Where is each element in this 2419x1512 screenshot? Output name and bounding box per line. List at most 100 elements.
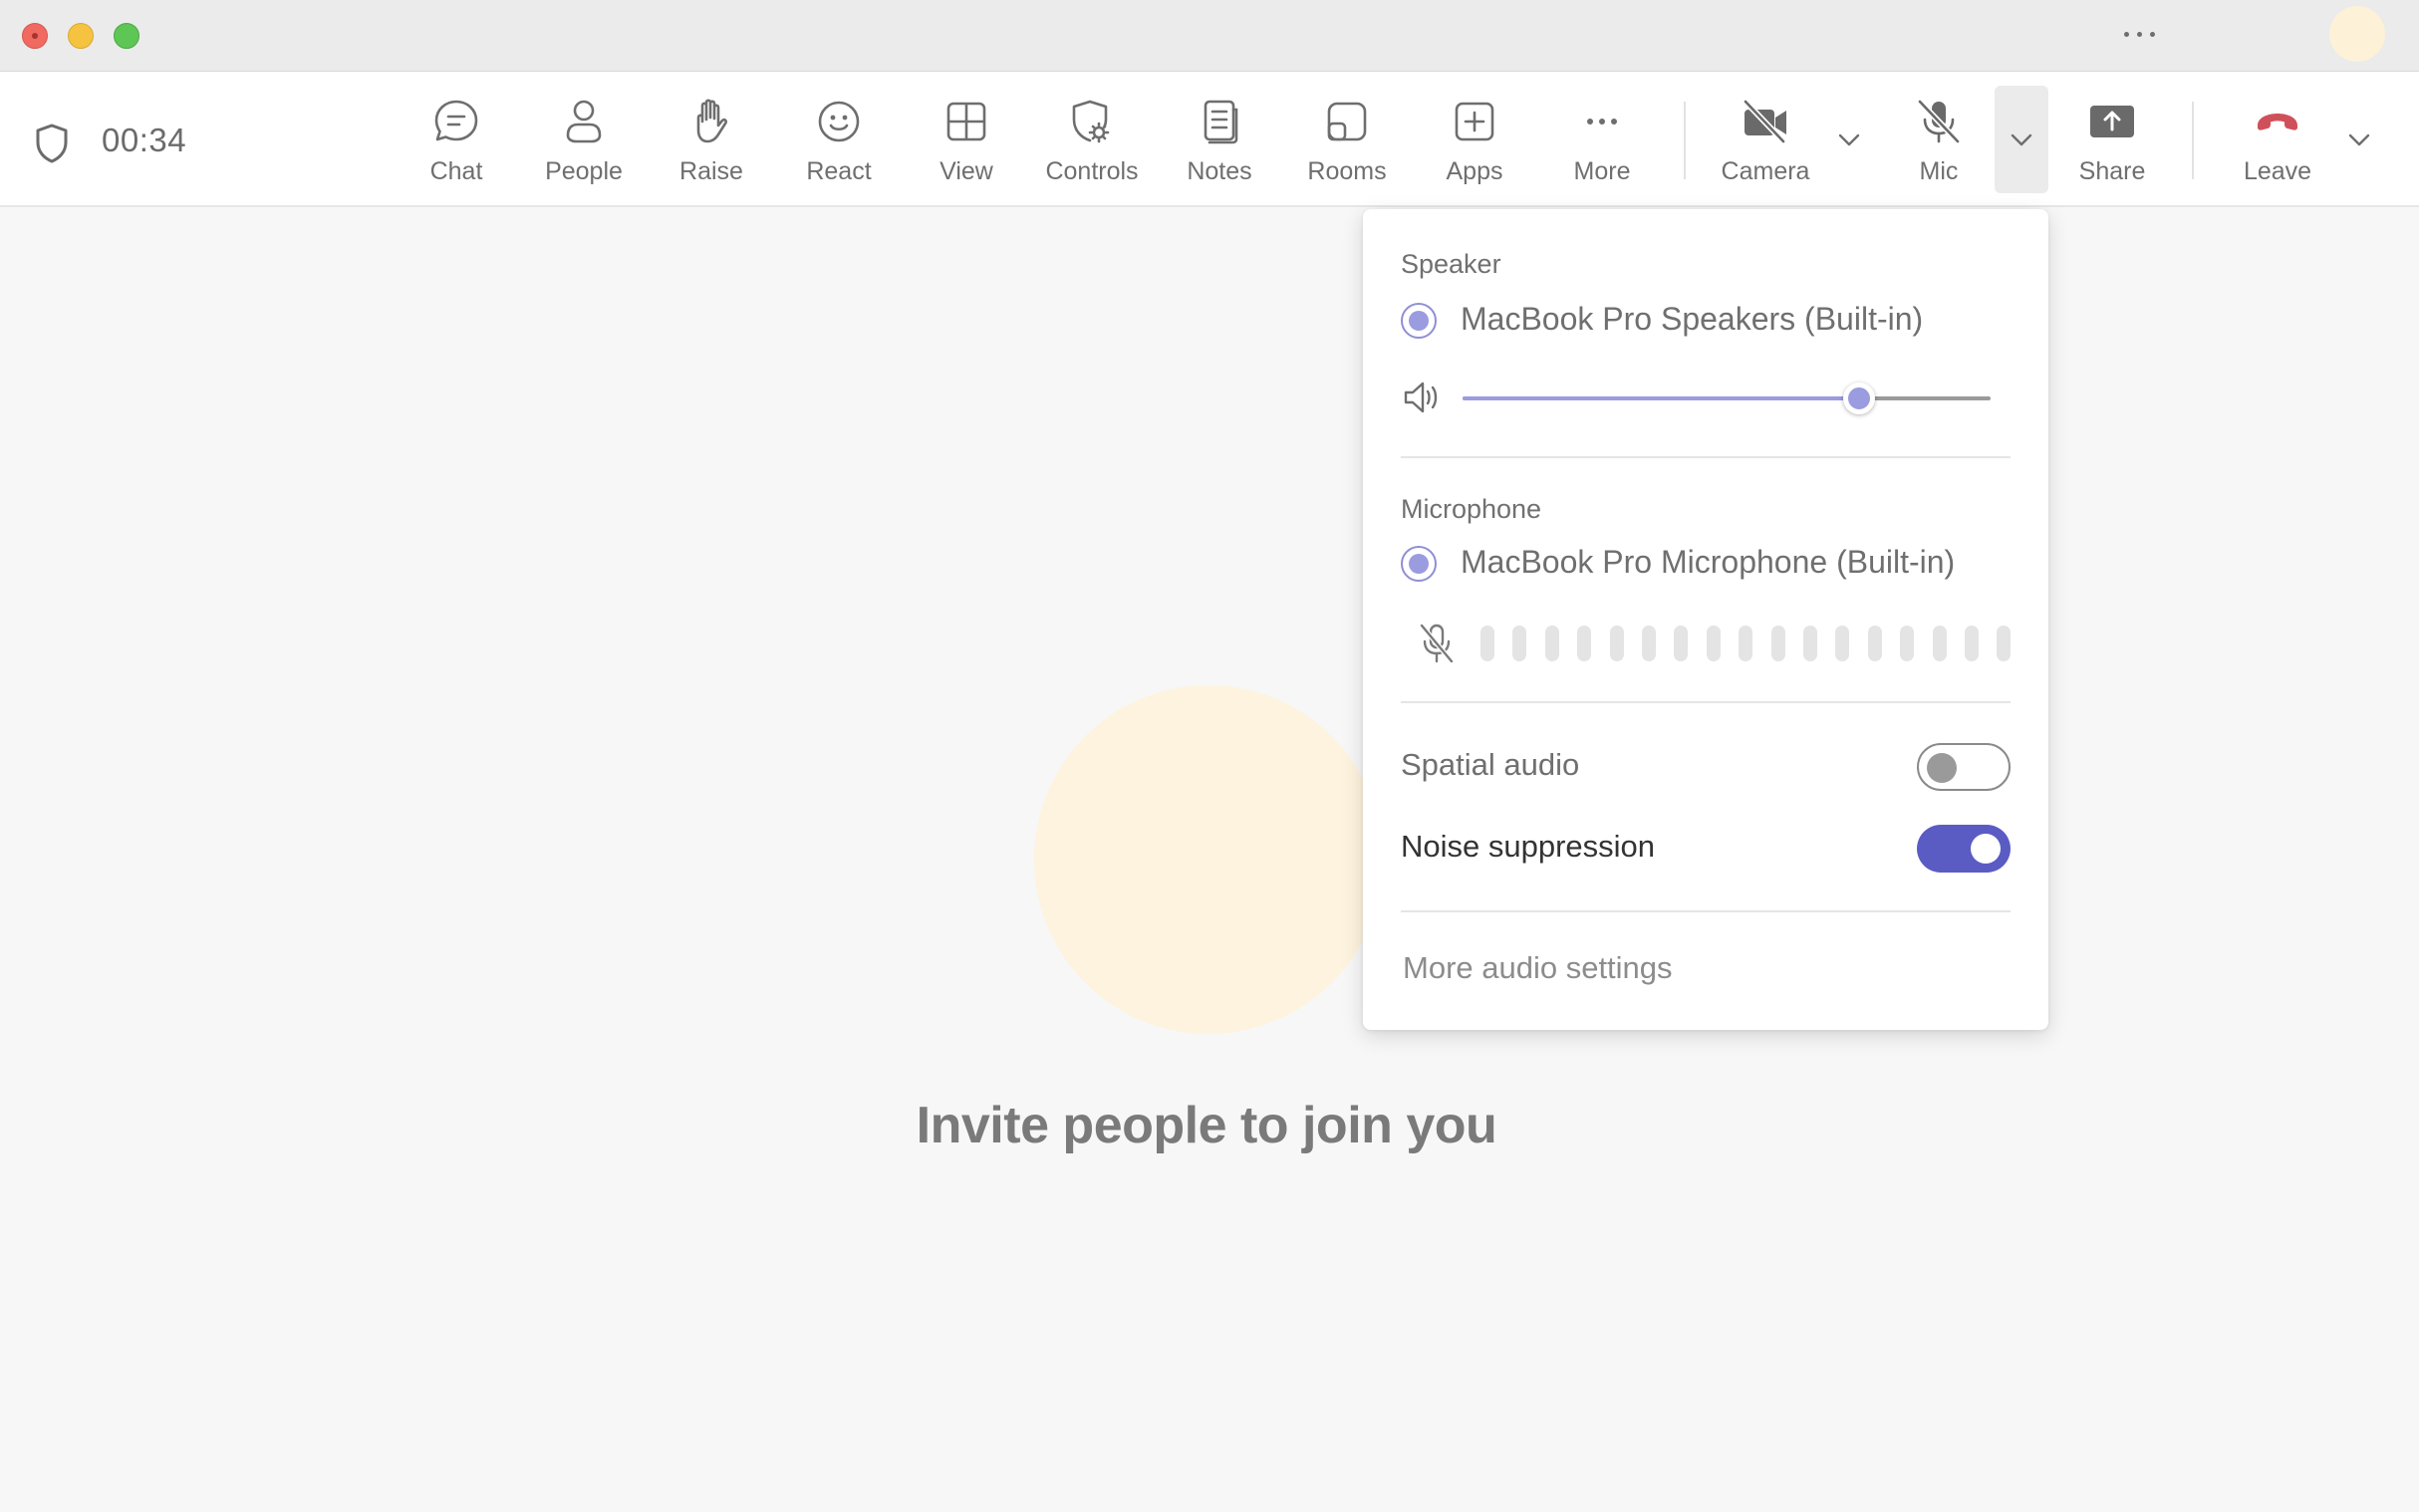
microphone-radio[interactable] bbox=[1401, 546, 1437, 582]
add-app-icon bbox=[1449, 96, 1500, 147]
speaker-radio[interactable] bbox=[1401, 303, 1437, 339]
mic-level-bar bbox=[1707, 626, 1721, 661]
speaker-volume-icon bbox=[1401, 377, 1443, 418]
mic-level-bar bbox=[1739, 626, 1752, 661]
rooms-label: Rooms bbox=[1307, 157, 1387, 185]
apps-button[interactable]: Apps bbox=[1415, 72, 1534, 207]
mic-button[interactable]: Mic bbox=[1879, 72, 1999, 207]
mic-level-bar bbox=[1997, 626, 2011, 661]
raise-hand-button[interactable]: Raise bbox=[652, 72, 771, 207]
chevron-down-icon bbox=[2004, 122, 2039, 157]
controls-button[interactable]: Controls bbox=[1032, 72, 1152, 207]
camera-label: Camera bbox=[1721, 157, 1810, 185]
camera-off-icon bbox=[1740, 96, 1791, 147]
smiley-icon bbox=[813, 96, 865, 147]
more-button[interactable]: More bbox=[1542, 72, 1662, 207]
share-button[interactable]: Share bbox=[2052, 72, 2172, 207]
mic-label: Mic bbox=[1919, 157, 1959, 185]
mic-level-bar bbox=[1545, 626, 1559, 661]
microphone-device-label[interactable]: MacBook Pro Microphone (Built-in) bbox=[1461, 544, 1955, 581]
microphone-section-title: Microphone bbox=[1401, 494, 1542, 524]
leave-label: Leave bbox=[2243, 157, 2312, 185]
toolbar-divider bbox=[2192, 102, 2194, 179]
share-screen-icon bbox=[2086, 96, 2138, 147]
view-label: View bbox=[940, 157, 993, 185]
people-icon bbox=[558, 96, 610, 147]
speaker-volume-slider[interactable] bbox=[1463, 382, 1991, 414]
mic-level-bar bbox=[1933, 626, 1947, 661]
more-audio-settings-link[interactable]: More audio settings bbox=[1403, 950, 1673, 986]
rooms-icon bbox=[1321, 96, 1373, 147]
participant-avatar bbox=[1034, 685, 1383, 1034]
shield-gear-icon bbox=[1066, 96, 1118, 147]
microphone-level-meter bbox=[1480, 626, 2011, 661]
more-horizontal-icon[interactable] bbox=[2120, 24, 2160, 44]
chat-button[interactable]: Chat bbox=[397, 72, 516, 207]
mic-level-bar bbox=[1965, 626, 1979, 661]
mic-level-bar bbox=[1642, 626, 1656, 661]
mic-options-button[interactable] bbox=[1995, 86, 2048, 193]
noise-suppression-toggle[interactable] bbox=[1917, 825, 2011, 873]
section-divider bbox=[1401, 910, 2011, 912]
invite-text: Invite people to join you bbox=[916, 1097, 1497, 1154]
more-horizontal-icon bbox=[1576, 96, 1628, 147]
grid-view-icon bbox=[941, 96, 992, 147]
mic-level-bar bbox=[1674, 626, 1688, 661]
share-label: Share bbox=[2078, 157, 2146, 185]
react-label: React bbox=[806, 157, 872, 185]
people-button[interactable]: People bbox=[524, 72, 644, 207]
react-button[interactable]: React bbox=[779, 72, 899, 207]
more-label: More bbox=[1573, 157, 1631, 185]
raise-label: Raise bbox=[679, 157, 743, 185]
shield-icon[interactable] bbox=[32, 122, 72, 165]
mic-level-bar bbox=[1480, 626, 1494, 661]
view-button[interactable]: View bbox=[907, 72, 1026, 207]
camera-options-chevron-down-icon[interactable] bbox=[1831, 122, 1867, 157]
invite-heading: Invite people to join you bbox=[0, 1096, 2419, 1155]
notes-button[interactable]: Notes bbox=[1160, 72, 1279, 207]
speaker-section-title: Speaker bbox=[1401, 249, 1501, 279]
spatial-audio-label: Spatial audio bbox=[1401, 747, 1580, 782]
toggle-knob bbox=[1927, 753, 1957, 783]
rooms-button[interactable]: Rooms bbox=[1287, 72, 1407, 207]
noise-suppression-label: Noise suppression bbox=[1401, 829, 1656, 864]
volume-slider-fill bbox=[1463, 396, 1859, 400]
audio-settings-panel: Speaker MacBook Pro Speakers (Built-in) … bbox=[1363, 209, 2048, 1030]
chat-label: Chat bbox=[429, 157, 483, 185]
raise-hand-icon bbox=[685, 96, 737, 147]
mic-level-bar bbox=[1610, 626, 1624, 661]
notes-icon bbox=[1194, 96, 1245, 147]
leave-button[interactable]: Leave bbox=[2218, 72, 2337, 207]
mic-level-bar bbox=[1512, 626, 1526, 661]
mic-off-icon bbox=[1913, 96, 1965, 147]
controls-label: Controls bbox=[1045, 157, 1139, 185]
toolbar-divider bbox=[1684, 102, 1686, 179]
zoom-window-button[interactable] bbox=[114, 23, 139, 49]
section-divider bbox=[1401, 456, 2011, 458]
meeting-toolbar: 00:34 Chat People Raise React View Contr… bbox=[0, 72, 2419, 207]
mic-level-bar bbox=[1868, 626, 1882, 661]
call-timer: 00:34 bbox=[102, 122, 187, 158]
spatial-audio-toggle[interactable] bbox=[1917, 743, 2011, 791]
camera-button[interactable]: Camera bbox=[1708, 72, 1823, 207]
mic-level-bar bbox=[1835, 626, 1849, 661]
avatar[interactable] bbox=[2329, 6, 2385, 62]
mic-off-icon bbox=[1417, 622, 1457, 665]
toggle-knob bbox=[1971, 834, 2001, 864]
apps-label: Apps bbox=[1446, 157, 1503, 185]
speaker-device-label[interactable]: MacBook Pro Speakers (Built-in) bbox=[1461, 301, 1923, 338]
people-label: People bbox=[545, 157, 623, 185]
chat-icon bbox=[430, 96, 482, 147]
mic-level-bar bbox=[1577, 626, 1591, 661]
leave-options-chevron-down-icon[interactable] bbox=[2341, 122, 2377, 157]
title-bar bbox=[0, 0, 2419, 72]
section-divider bbox=[1401, 701, 2011, 703]
mic-level-bar bbox=[1771, 626, 1785, 661]
minimize-window-button[interactable] bbox=[68, 23, 94, 49]
hang-up-icon bbox=[2252, 96, 2303, 147]
close-window-button[interactable] bbox=[22, 23, 48, 49]
mic-level-bar bbox=[1900, 626, 1914, 661]
mic-level-bar bbox=[1803, 626, 1817, 661]
volume-slider-thumb[interactable] bbox=[1843, 382, 1875, 414]
notes-label: Notes bbox=[1187, 157, 1252, 185]
